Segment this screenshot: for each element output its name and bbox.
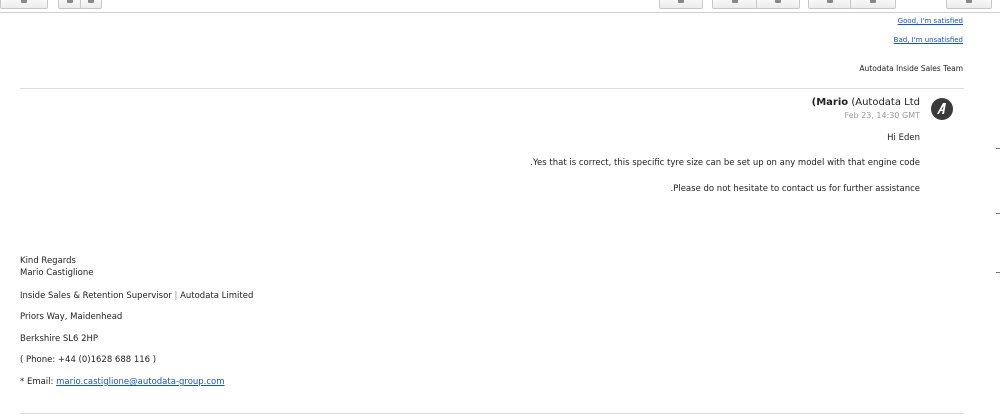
scroll-marker: [996, 213, 1000, 214]
email-label: * Email:: [20, 377, 57, 387]
scroll-marker: [996, 272, 1000, 273]
forward-button[interactable]: [712, 0, 758, 9]
signature-regards: Kind Regards: [20, 256, 76, 266]
delete-button[interactable]: [808, 0, 852, 9]
message-line-1: .Yes that is correct, this specific tyre…: [530, 158, 920, 168]
avatar: [931, 98, 953, 120]
autodata-logo-icon: [937, 103, 946, 114]
reply-icon: [21, 0, 27, 3]
more-button[interactable]: [659, 0, 703, 9]
sender-line: (Mario (Autodata Ltd: [600, 97, 920, 108]
bad-feedback-link[interactable]: Bad, I'm unsatisfied: [894, 36, 963, 44]
signature-name: Mario Castiglione: [20, 268, 94, 278]
divider: [20, 88, 964, 89]
message-date: Feb 23, 14:30 GMT: [844, 111, 920, 120]
sender-org: (Autodata Ltd: [851, 97, 920, 108]
divider-bottom: [20, 413, 964, 414]
forward-icon: [732, 0, 738, 3]
prev-button[interactable]: [58, 0, 82, 9]
signature-email-line: * Email: mario.castiglione@autodata-grou…: [20, 377, 225, 387]
next-button[interactable]: [80, 0, 102, 9]
signature-address-2: Berkshire SL6 2HP: [20, 334, 99, 344]
print-button[interactable]: [756, 0, 800, 9]
greeting: Hi Eden: [887, 133, 920, 143]
signature-title-line: Inside Sales & Retention Supervisor | Au…: [20, 291, 253, 301]
settings-button[interactable]: [946, 0, 992, 9]
signature-company: Autodata Limited: [180, 291, 254, 301]
sender-first-name: Mario: [816, 97, 849, 108]
signature-address-1: Priors Way, Maidenhead: [20, 312, 123, 322]
print-icon: [775, 0, 781, 3]
archive-button[interactable]: [850, 0, 896, 9]
gear-icon: [966, 0, 972, 3]
archive-icon: [870, 0, 876, 3]
email-link[interactable]: mario.castiglione@autodata-group.com: [56, 377, 224, 387]
scroll-marker: [996, 148, 1000, 149]
signature-title: Inside Sales & Retention Supervisor: [20, 291, 172, 301]
chevron-left-icon: [67, 0, 73, 3]
more-icon: [678, 0, 684, 3]
separator-pipe: |: [174, 291, 178, 301]
team-signature: Autodata Inside Sales Team: [859, 64, 963, 73]
reply-button[interactable]: [0, 0, 48, 9]
chevron-right-icon: [88, 0, 94, 3]
trash-icon: [827, 0, 833, 3]
signature-phone: ( Phone: +44 (0)1628 688 116 ): [20, 355, 157, 365]
message-line-2: .Please do not hesitate to contact us fo…: [670, 184, 920, 194]
good-feedback-link[interactable]: Good, I'm satisfied: [898, 17, 963, 25]
message-toolbar: [0, 0, 1000, 13]
